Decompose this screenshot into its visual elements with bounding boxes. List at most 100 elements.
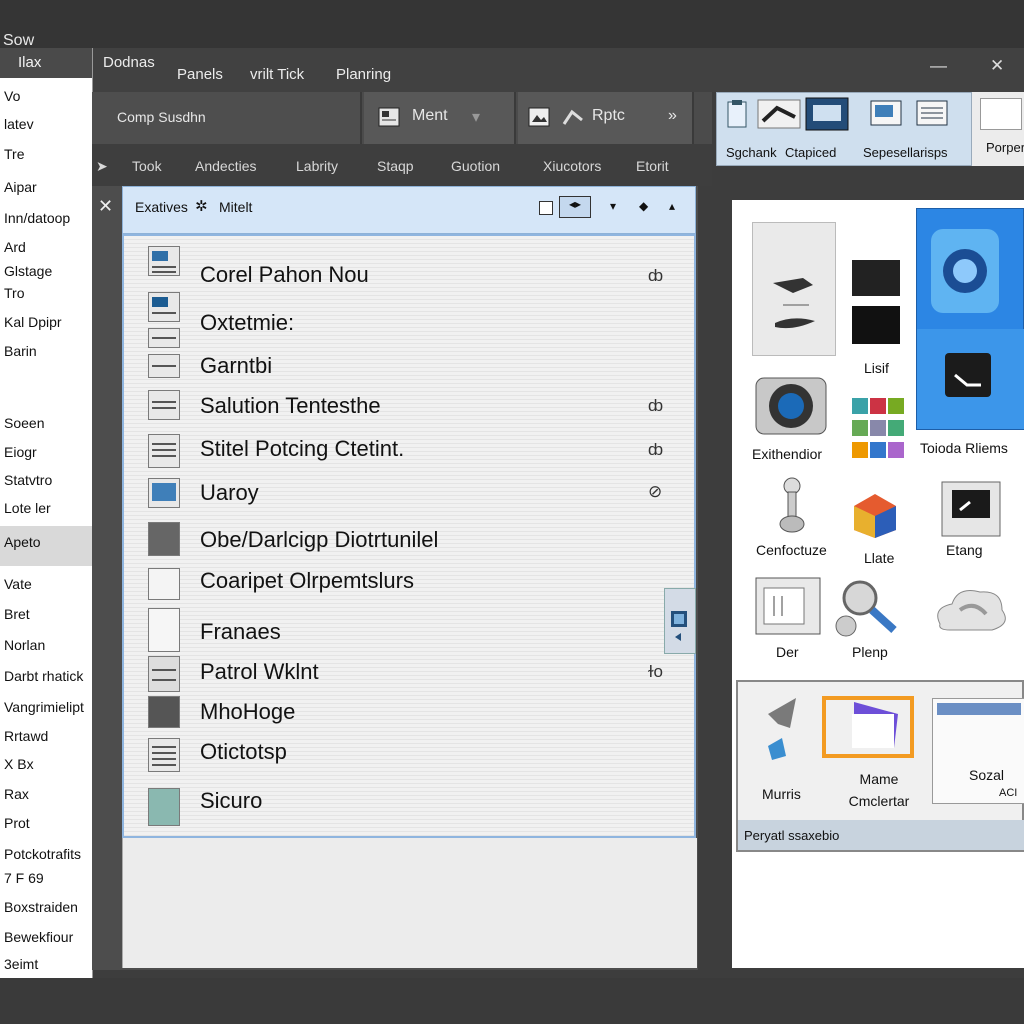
tab-andecties[interactable]: Andecties bbox=[195, 158, 256, 174]
row-label: Otictotsp bbox=[200, 739, 287, 764]
left-list-item[interactable]: Inn/datoop bbox=[4, 210, 70, 226]
page-icon bbox=[148, 608, 180, 652]
monitor-icon[interactable] bbox=[940, 480, 1004, 538]
tool-icon bbox=[562, 109, 583, 125]
tab-staqp[interactable]: Staqp bbox=[377, 158, 414, 174]
blank-thumb-icon bbox=[980, 98, 1022, 130]
brush-tile[interactable] bbox=[752, 222, 836, 356]
row-label: MhoHoge bbox=[200, 699, 296, 724]
close-button[interactable]: ✕ bbox=[990, 56, 1004, 76]
color-grid-icon[interactable] bbox=[852, 398, 904, 462]
right-tab-porper[interactable]: Porper bbox=[986, 140, 1024, 155]
left-list-item[interactable]: Bret bbox=[4, 606, 30, 622]
color-cube-icon[interactable] bbox=[852, 492, 898, 540]
list-empty-area bbox=[122, 838, 697, 968]
tile-label: Cenfoctuze bbox=[756, 542, 827, 558]
file-icon bbox=[148, 292, 180, 322]
tab-xiucotors[interactable]: Xiucotors bbox=[543, 158, 601, 174]
close-x-icon[interactable]: ✕ bbox=[98, 196, 113, 217]
menu-dropdown-button[interactable]: Ment ▾ bbox=[364, 92, 516, 144]
menu-item-vrilt-tick[interactable]: vrilt Tick bbox=[250, 66, 304, 83]
clipboard-icon bbox=[727, 100, 747, 128]
row-label: Franaes bbox=[200, 619, 281, 644]
file-icon bbox=[148, 434, 180, 468]
window-icon[interactable] bbox=[754, 576, 822, 638]
tab-etorit[interactable]: Etorit bbox=[636, 158, 669, 174]
filter-icon[interactable]: ✲ bbox=[195, 197, 208, 215]
camera-icon[interactable] bbox=[752, 368, 832, 440]
left-list-item[interactable]: 3eimt bbox=[4, 956, 38, 972]
right-tab-sgchank[interactable]: Sgchank bbox=[726, 145, 777, 160]
folder-edit-icon bbox=[148, 390, 180, 420]
left-list-item[interactable]: Glstage bbox=[4, 263, 52, 279]
left-list-item[interactable]: Barin bbox=[4, 343, 37, 359]
rptc-button[interactable]: Rptc » bbox=[518, 92, 694, 144]
view-mode-icon[interactable]: ◂▸ bbox=[559, 196, 591, 218]
left-list-item[interactable]: X Bx bbox=[4, 756, 34, 772]
blank-file-icon bbox=[148, 568, 180, 600]
menu-item-panels[interactable]: Panels bbox=[177, 66, 223, 83]
left-list-item[interactable]: 7 F 69 bbox=[4, 870, 44, 886]
left-list-item[interactable]: Potckotrafits bbox=[4, 846, 81, 862]
row-meta: ɫo bbox=[648, 662, 664, 681]
row-label: Oxtetmie: bbox=[200, 310, 295, 335]
collapse-icon[interactable]: ▴ bbox=[669, 199, 675, 213]
left-list-item[interactable]: Lote ler bbox=[4, 500, 51, 516]
cloud-icon[interactable] bbox=[930, 580, 1014, 640]
left-list-item[interactable]: Darbt rhatick bbox=[4, 668, 83, 684]
row-label: Patrol Wklnt bbox=[200, 659, 319, 684]
bottom-item-murris[interactable]: Murris bbox=[762, 786, 801, 802]
left-list-item[interactable]: Norlan bbox=[4, 637, 45, 653]
minimize-button[interactable]: — bbox=[930, 56, 947, 76]
dark-swatch-icon[interactable] bbox=[852, 260, 900, 296]
left-list-item[interactable]: Eiogr bbox=[4, 444, 37, 460]
document-icon bbox=[148, 738, 180, 772]
view-checkbox[interactable] bbox=[539, 201, 553, 215]
tab-guotion[interactable]: Guotion bbox=[451, 158, 500, 174]
bottom-item-mame[interactable]: Mame Cmclertar bbox=[834, 768, 924, 812]
window-thumb-icon bbox=[805, 97, 849, 131]
combo-box[interactable]: Comp Susdhn bbox=[92, 92, 362, 144]
right-tab-sepesellarisps[interactable]: Sepesellarisps bbox=[863, 145, 948, 160]
left-list-item[interactable]: Aipar bbox=[4, 179, 37, 195]
left-list-item[interactable]: Vangrimielipt bbox=[4, 699, 84, 715]
left-list-item[interactable]: Vate bbox=[4, 576, 32, 592]
right-tab-strip: Sgchank Ctapiced Sepesellarisps bbox=[716, 92, 972, 166]
diamond-icon[interactable]: ◆ bbox=[639, 199, 648, 213]
left-list-item-selected[interactable]: Apeto bbox=[4, 534, 41, 550]
left-list-item[interactable]: Boxstraiden bbox=[4, 899, 78, 915]
left-list-item[interactable]: Tro bbox=[4, 285, 24, 301]
row-label: Uaroy bbox=[200, 480, 259, 505]
tile-label: Toioda Rliems bbox=[920, 440, 1008, 456]
tab-took[interactable]: Took bbox=[132, 158, 162, 174]
magnifier-icon[interactable] bbox=[834, 576, 906, 642]
webcam-tile[interactable] bbox=[916, 208, 1024, 430]
joystick-icon[interactable] bbox=[772, 476, 812, 536]
right-tab-ctapiced[interactable]: Ctapiced bbox=[785, 145, 836, 160]
row-label: Obe/Darlcigp Diotrtunilel bbox=[200, 527, 439, 552]
left-list-panel: Ilax Vo latev Tre Aipar Inn/datoop Ard G… bbox=[0, 48, 93, 978]
left-list-item[interactable]: Vo bbox=[4, 88, 20, 104]
left-list-item[interactable]: latev bbox=[4, 116, 34, 132]
left-list-item[interactable]: Soeen bbox=[4, 415, 44, 431]
menu-item-dodnas[interactable]: Dodnas bbox=[103, 54, 155, 71]
tab-labrity[interactable]: Labrity bbox=[296, 158, 338, 174]
dropdown-arrow-icon[interactable]: ▾ bbox=[610, 199, 616, 213]
scroll-widget[interactable] bbox=[664, 588, 696, 654]
dark-swatch-icon[interactable] bbox=[852, 306, 900, 344]
row-meta: ⊘ bbox=[648, 482, 663, 501]
left-list-item[interactable]: Rrtawd bbox=[4, 728, 48, 744]
left-list-item[interactable]: Prot bbox=[4, 815, 30, 831]
left-list-item[interactable]: Tre bbox=[4, 146, 24, 162]
left-list-item[interactable]: Kal Dpipr bbox=[4, 314, 62, 330]
picture-icon bbox=[528, 107, 550, 127]
row-meta: ȸ bbox=[648, 440, 664, 459]
more-icon[interactable]: » bbox=[668, 107, 677, 125]
left-list-item[interactable]: Ard bbox=[4, 239, 26, 255]
left-list-item[interactable]: Statvtro bbox=[4, 472, 52, 488]
menu-item-planring[interactable]: Planring bbox=[336, 66, 391, 83]
sozal-card[interactable]: Sozal ACI bbox=[932, 698, 1024, 804]
notepad-icon bbox=[916, 100, 948, 126]
left-list-item[interactable]: Bewekfiour bbox=[4, 929, 73, 945]
left-list-item[interactable]: Rax bbox=[4, 786, 29, 802]
